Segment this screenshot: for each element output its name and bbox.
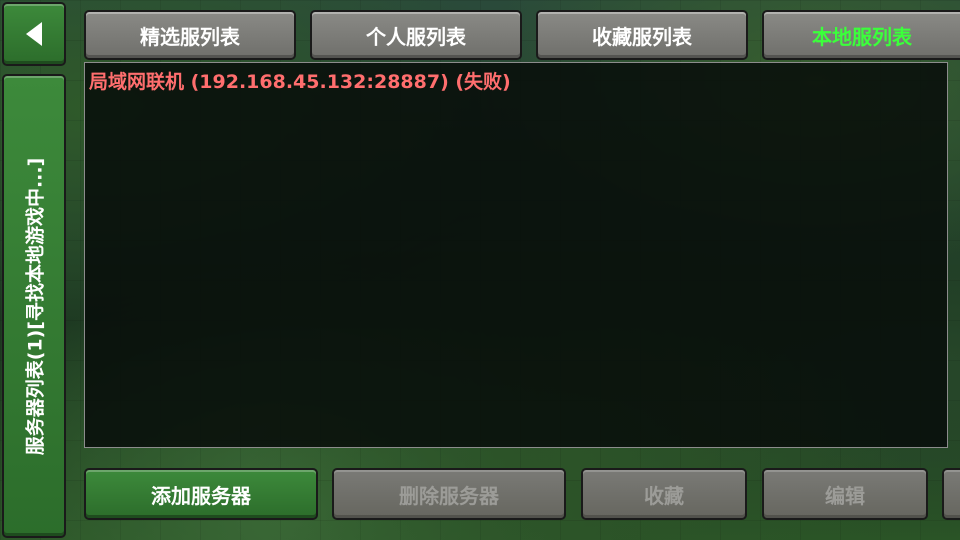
favorite-server-label: 收藏 bbox=[644, 483, 684, 508]
tab-favorite-servers[interactable]: 收藏服列表 bbox=[536, 10, 748, 60]
server-list-item[interactable]: 局域网联机 (192.168.45.132:28887) (失败) bbox=[89, 67, 511, 94]
delete-server-button[interactable]: 删除服务器 bbox=[332, 468, 566, 520]
delete-server-label: 删除服务器 bbox=[399, 483, 499, 508]
back-arrow-icon bbox=[26, 22, 42, 46]
tab-label: 个人服列表 bbox=[366, 24, 466, 49]
tab-label: 本地服列表 bbox=[812, 24, 912, 49]
tab-featured-servers[interactable]: 精选服列表 bbox=[84, 10, 296, 60]
more-actions-button[interactable] bbox=[942, 468, 960, 520]
tab-personal-servers[interactable]: 个人服列表 bbox=[310, 10, 522, 60]
add-server-button[interactable]: 添加服务器 bbox=[84, 468, 318, 520]
edit-server-button[interactable]: 编辑 bbox=[762, 468, 928, 520]
server-list-side-panel: 服务器列表(1)[寻找本地游戏中...] bbox=[2, 74, 66, 538]
back-button[interactable] bbox=[2, 2, 66, 66]
tab-label: 收藏服列表 bbox=[592, 24, 692, 49]
add-server-label: 添加服务器 bbox=[151, 483, 251, 508]
server-list-panel: 局域网联机 (192.168.45.132:28887) (失败) bbox=[84, 62, 948, 448]
tab-label: 精选服列表 bbox=[140, 24, 240, 49]
server-list-count-label: 服务器列表(1)[寻找本地游戏中...] bbox=[24, 157, 47, 455]
tab-local-servers[interactable]: 本地服列表 bbox=[762, 10, 960, 60]
favorite-server-button[interactable]: 收藏 bbox=[581, 468, 747, 520]
edit-server-label: 编辑 bbox=[825, 483, 865, 508]
